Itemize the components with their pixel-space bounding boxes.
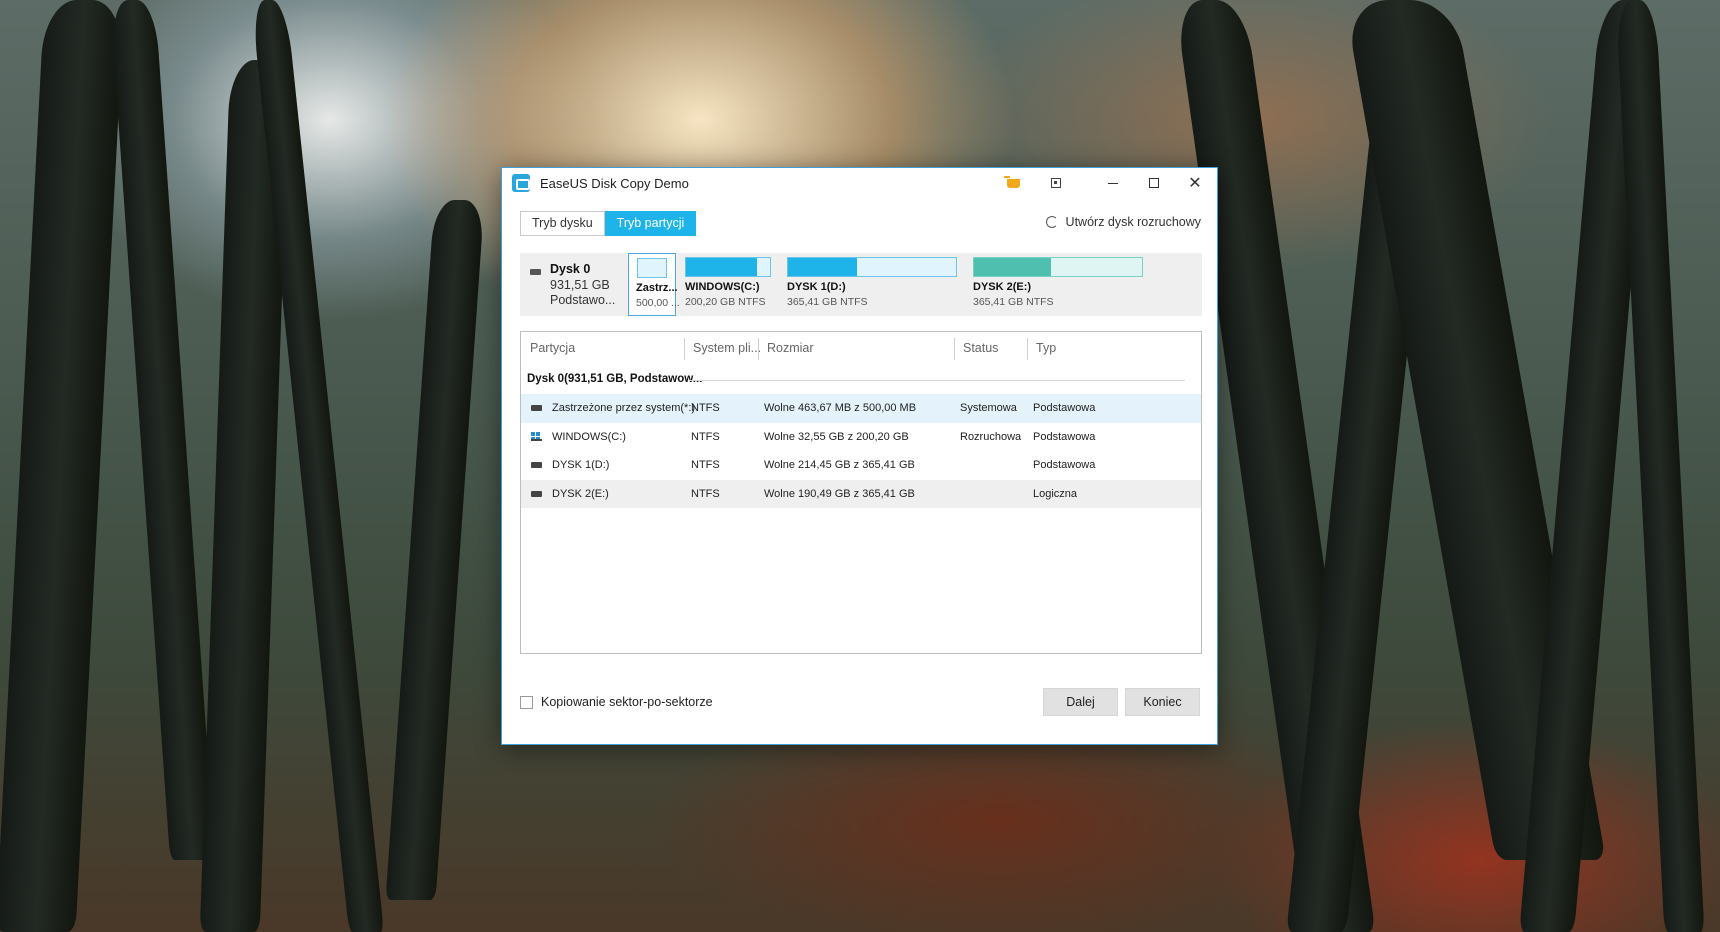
sector-copy-option[interactable]: Kopiowanie sektor-po-sektorze — [520, 695, 713, 709]
sector-copy-checkbox[interactable] — [520, 695, 533, 709]
partition-block-dysk1[interactable]: DYSK 1(D:) 365,41 GB NTFS — [787, 253, 961, 316]
partition-drive-icon — [531, 405, 542, 411]
cell-status: Rozruchowa — [960, 430, 1022, 443]
cell-partition-name: DYSK 2(E:) — [552, 487, 609, 500]
partition-block-name: Zastrz... — [636, 282, 678, 294]
table-header: Partycja System pli... Rozmiar Status Ty… — [521, 332, 1201, 364]
create-bootable-disk-link[interactable]: Utwórz dysk rozruchowy — [1045, 215, 1201, 229]
tab-disk-mode[interactable]: Tryb dysku — [520, 211, 605, 236]
create-bootable-disk-label: Utwórz dysk rozruchowy — [1065, 215, 1201, 229]
partition-block-windows[interactable]: WINDOWS(C:) 200,20 GB NTFS — [685, 253, 775, 316]
disk-size: 931,51 GB — [550, 278, 610, 292]
cell-type: Podstawowa — [1033, 459, 1096, 471]
cell-partition-name: Zastrzeżone przez system(*:) — [552, 402, 696, 414]
windows-drive-icon — [531, 431, 542, 441]
hard-disk-icon — [530, 269, 541, 275]
next-button[interactable]: Dalej — [1043, 688, 1118, 716]
table-row[interactable]: DYSK 1(D:) NTFS Wolne 214,45 GB z 365,41… — [521, 451, 1201, 480]
window-title: EaseUS Disk Copy Demo — [540, 175, 689, 191]
partition-block-name: DYSK 1(D:) — [787, 281, 846, 293]
partition-block-info: 500,00 ... — [636, 297, 680, 309]
cell-type: Podstawowa — [1033, 430, 1096, 443]
partition-block-name: WINDOWS(C:) — [685, 281, 760, 293]
disk-type: Podstawo... — [550, 293, 616, 307]
column-header-size[interactable]: Rozmiar — [758, 332, 814, 364]
cell-size: Wolne 463,67 MB z 500,00 MB — [764, 402, 917, 414]
partition-table: Partycja System pli... Rozmiar Status Ty… — [520, 331, 1202, 654]
cell-filesystem: NTFS — [691, 430, 720, 443]
cell-status: Systemowa — [960, 402, 1017, 414]
cell-type: Logiczna — [1033, 487, 1078, 500]
minimize-button[interactable] — [1096, 168, 1130, 198]
disk-info[interactable]: Dysk 0 931,51 GB Podstawo... — [530, 262, 615, 307]
cart-icon[interactable] — [996, 168, 1030, 198]
app-icon — [512, 174, 530, 192]
cell-size: Wolne 32,55 GB z 200,20 GB — [764, 430, 909, 443]
disk-name: Dysk 0 — [550, 262, 591, 276]
partition-block-info: 365,41 GB NTFS — [787, 296, 868, 308]
finish-button[interactable]: Koniec — [1125, 688, 1200, 716]
partition-block-info: 365,41 GB NTFS — [973, 296, 1054, 308]
partition-drive-icon — [531, 490, 542, 497]
cell-filesystem: NTFS — [691, 487, 720, 500]
column-header-partition[interactable]: Partycja — [521, 332, 575, 364]
cell-partition-name: DYSK 1(D:) — [552, 459, 610, 471]
maximize-icon — [1149, 178, 1159, 188]
table-row[interactable]: DYSK 2(E:) NTFS Wolne 190,49 GB z 365,41… — [521, 479, 1201, 508]
cell-size: Wolne 214,45 GB z 365,41 GB — [764, 459, 915, 471]
mode-tabs: Tryb dysku Tryb partycji — [520, 211, 697, 236]
partition-block-dysk2[interactable]: DYSK 2(E:) 365,41 GB NTFS — [973, 253, 1147, 316]
table-row[interactable]: WINDOWS(C:) NTFS Wolne 32,55 GB z 200,20… — [521, 423, 1201, 452]
table-row[interactable]: Zastrzeżone przez system(*:) NTFS Wolne … — [521, 394, 1201, 423]
title-bar[interactable]: EaseUS Disk Copy Demo ✕ — [502, 168, 1217, 198]
column-header-type[interactable]: Typ — [1027, 332, 1056, 364]
maximize-button[interactable] — [1137, 168, 1171, 198]
cell-partition-name: WINDOWS(C:) — [552, 430, 626, 443]
tab-partition-mode[interactable]: Tryb partycji — [604, 211, 697, 236]
partition-block-reserved[interactable]: Zastrz... 500,00 ... — [628, 253, 680, 316]
disk-map: Dysk 0 931,51 GB Podstawo... Zastrz... 5… — [520, 253, 1202, 316]
disk-group-row[interactable]: Dysk 0(931,51 GB, Podstawow... — [521, 364, 1201, 394]
partition-drive-icon — [531, 462, 542, 468]
sector-copy-label: Kopiowanie sektor-po-sektorze — [541, 695, 713, 709]
close-button[interactable]: ✕ — [1178, 168, 1212, 198]
bootable-disk-icon — [1045, 216, 1058, 228]
minimize-icon — [1108, 182, 1118, 184]
cell-filesystem: NTFS — [691, 402, 720, 414]
app-window: EaseUS Disk Copy Demo ✕ Tryb dysku Tryb … — [501, 167, 1218, 745]
cell-filesystem: NTFS — [691, 459, 720, 471]
column-header-status[interactable]: Status — [954, 332, 998, 364]
partition-block-info: 200,20 GB NTFS — [685, 296, 766, 308]
cell-type: Podstawowa — [1033, 402, 1096, 414]
partition-block-name: DYSK 2(E:) — [973, 281, 1032, 293]
restore-icon[interactable] — [1039, 168, 1073, 198]
column-header-filesystem[interactable]: System pli... — [684, 332, 761, 364]
cell-size: Wolne 190,49 GB z 365,41 GB — [764, 487, 915, 500]
close-icon: ✕ — [1188, 175, 1202, 192]
